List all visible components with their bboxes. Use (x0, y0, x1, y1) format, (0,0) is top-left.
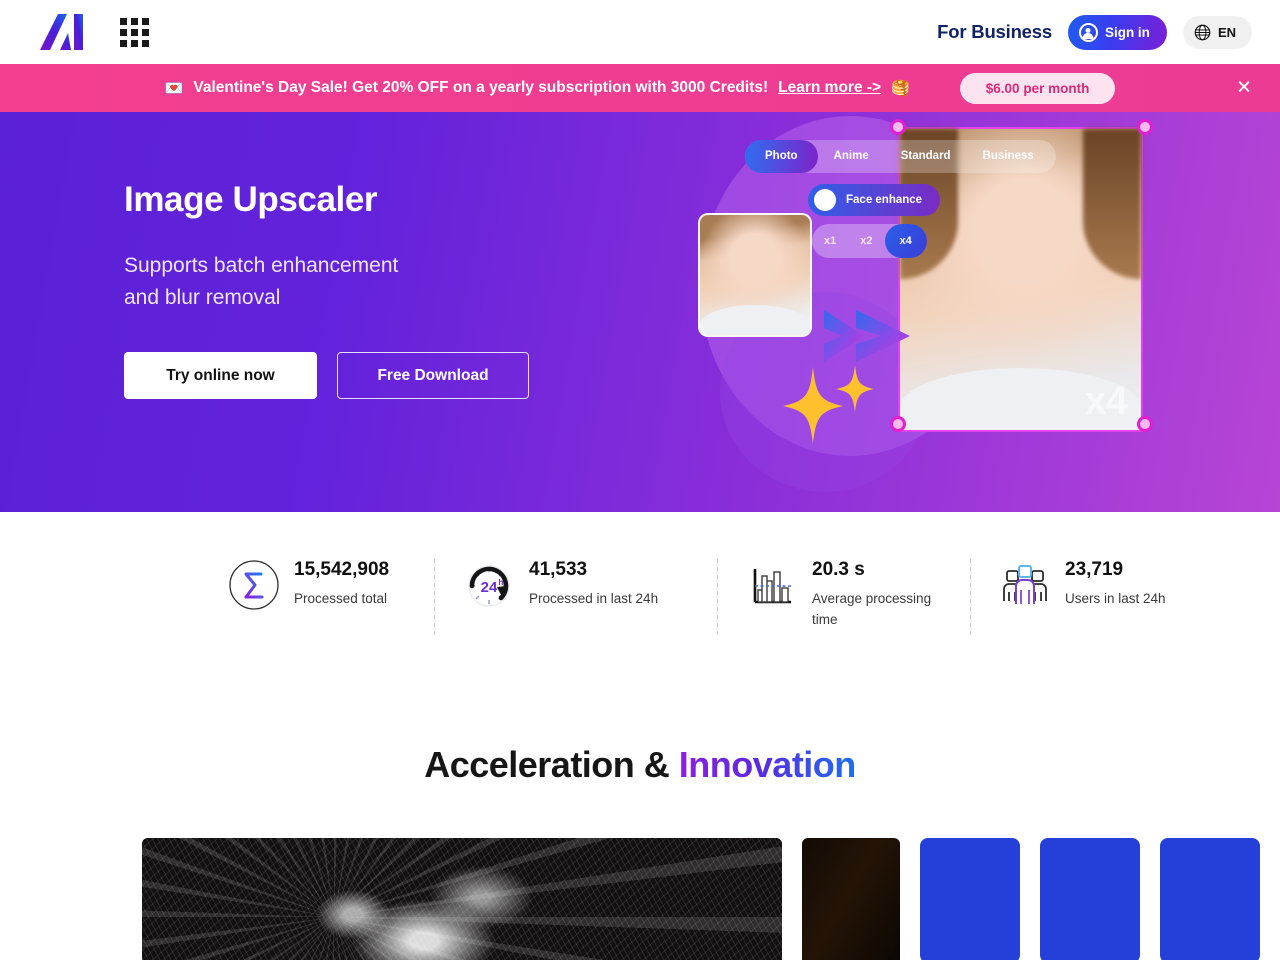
promo-text: Valentine's Day Sale! Get 20% OFF on a y… (193, 79, 769, 96)
tab-business[interactable]: Business (967, 140, 1050, 173)
gallery-card-featured[interactable] (142, 838, 782, 960)
divider (970, 559, 971, 637)
stat-users-24h: 23,719 Users in last 24h (999, 559, 1185, 611)
tab-standard[interactable]: Standard (885, 140, 967, 173)
stats-bar: 15,542,908 Processed total 24 h 41,533 P… (0, 512, 1280, 662)
crop-handle-top-right[interactable] (1137, 119, 1153, 135)
tab-photo[interactable]: Photo (745, 140, 818, 173)
gallery-card-placeholder-3[interactable] (1160, 838, 1260, 960)
stat-label: Processed total (294, 591, 388, 606)
face-enhance-label: Face enhance (846, 194, 923, 206)
language-label: EN (1217, 24, 1236, 40)
scale-selector: x1 x2 x4 (812, 224, 927, 258)
stat-processed-total: 15,542,908 Processed total (228, 559, 406, 611)
stat-label: Processed in last 24h (529, 591, 659, 606)
close-icon[interactable]: ✕ (1236, 79, 1252, 98)
stat-label: Average processing time (812, 591, 932, 627)
section-heading-plain: Acceleration & (424, 744, 679, 785)
globe-icon (1194, 24, 1211, 40)
sigma-circle-icon (229, 560, 279, 610)
apps-grid-icon[interactable] (120, 17, 149, 47)
hero-illustration: x4 Photo Anime Standard Business Face en… (690, 112, 1280, 512)
logo-icon[interactable] (38, 13, 90, 51)
clock-24h-icon: 24 h (468, 565, 510, 607)
scale-watermark: x4 (1084, 379, 1128, 423)
hero-subtitle: Supports batch enhancement and blur remo… (124, 250, 529, 314)
svg-text:24: 24 (481, 579, 498, 596)
bouquet-emoji: 🥞 (891, 80, 910, 97)
hero-subtitle-line-2: and blur removal (124, 286, 281, 309)
section-heading: Acceleration & Innovation (0, 744, 1280, 786)
stat-value: 23,719 (1065, 559, 1124, 580)
promo-banner: 💌 Valentine's Day Sale! Get 20% OFF on a… (0, 64, 1280, 112)
hero-cta-group: Try online now Free Download (124, 352, 529, 399)
bar-chart-icon (753, 569, 791, 604)
original-photo-thumbnail (698, 213, 812, 337)
stat-value: 41,533 (529, 559, 588, 580)
scale-option-x4[interactable]: x4 (884, 224, 927, 258)
crop-handle-bottom-left[interactable] (890, 416, 906, 432)
hero-section: Image Upscaler Supports batch enhancemen… (0, 112, 1280, 512)
stat-processed-24h: 24 h 41,533 Processed in last 24h (463, 559, 689, 611)
face-enhance-toggle[interactable]: Face enhance (808, 184, 941, 216)
try-online-now-button[interactable]: Try online now (124, 352, 317, 399)
users-group-icon (1003, 565, 1047, 604)
header-actions: For Business Sign in EN (937, 14, 1252, 50)
stat-value: 20.3 s (812, 559, 865, 580)
free-download-button[interactable]: Free Download (337, 352, 529, 399)
user-avatar-icon (1078, 22, 1098, 42)
tab-anime[interactable]: Anime (818, 140, 885, 173)
price-button[interactable]: $6.00 per month (959, 72, 1116, 104)
hero-subtitle-line-1: Supports batch enhancement (124, 254, 399, 277)
gallery-card-dark[interactable] (802, 838, 900, 960)
love-letter-emoji: 💌 (164, 80, 184, 97)
divider (434, 559, 435, 637)
hero-copy: Image Upscaler Supports batch enhancemen… (124, 180, 529, 399)
for-business-link[interactable]: For Business (937, 21, 1052, 43)
page-title: Image Upscaler (124, 180, 378, 219)
gallery-card-placeholder-1[interactable] (920, 838, 1020, 960)
toggle-knob-icon (814, 189, 836, 211)
learn-more-link[interactable]: Learn more -> (778, 79, 881, 97)
divider (717, 559, 718, 637)
section-heading-gradient: Innovation (678, 744, 857, 785)
stat-label: Users in last 24h (1065, 591, 1166, 606)
gallery-row (0, 838, 1280, 960)
sparkle-small-icon (836, 365, 874, 412)
gallery-card-placeholder-2[interactable] (1040, 838, 1140, 960)
crop-handle-bottom-right[interactable] (1137, 416, 1153, 432)
stat-average-time: 20.3 s Average processing time (746, 559, 942, 630)
language-selector[interactable]: EN (1182, 15, 1252, 49)
scale-option-x1[interactable]: x1 (812, 224, 848, 258)
svg-text:h: h (499, 578, 504, 587)
sign-in-label: Sign in (1104, 24, 1150, 40)
scale-option-x2[interactable]: x2 (848, 224, 884, 258)
sign-in-button[interactable]: Sign in (1067, 14, 1167, 50)
mode-tabs: Photo Anime Standard Business (745, 140, 1056, 173)
site-header: For Business Sign in EN (0, 0, 1280, 64)
stat-value: 15,542,908 (294, 559, 390, 580)
crop-handle-top-left[interactable] (890, 119, 906, 135)
gallery-image (142, 838, 782, 960)
